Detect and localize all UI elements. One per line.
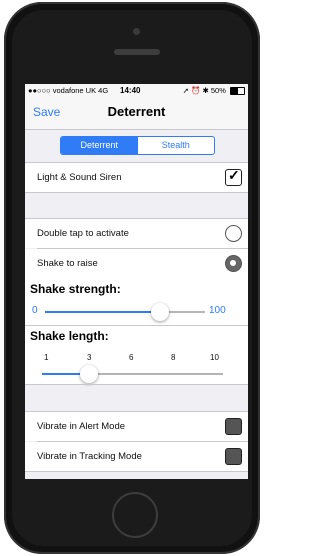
- vibrate-alert-row[interactable]: Vibrate in Alert Mode: [25, 412, 248, 441]
- battery-level: [231, 88, 238, 95]
- vibrate-alert-checkbox[interactable]: [225, 418, 242, 435]
- length-tick-6: 6: [129, 353, 134, 362]
- length-slider-thumb[interactable]: [80, 365, 98, 383]
- carrier-label: ●●○○○ vodafone UK 4G: [28, 86, 109, 95]
- siren-checkbox[interactable]: ✓: [225, 167, 242, 186]
- length-tick-3: 3: [87, 353, 92, 362]
- vibrate-alert-label: Vibrate in Alert Mode: [37, 421, 126, 432]
- status-icons: ➚ ⏰ ✱: [182, 86, 209, 95]
- double-tap-radio[interactable]: [225, 225, 242, 242]
- shake-to-raise-radio[interactable]: [225, 255, 242, 272]
- radio-dot: [230, 260, 236, 266]
- length-tick-8: 8: [171, 353, 176, 362]
- length-tick-10: 10: [210, 353, 219, 362]
- strength-max-label: 100: [209, 305, 226, 316]
- shake-to-raise-row[interactable]: Shake to raise: [25, 249, 248, 278]
- siren-label: Light & Sound Siren: [37, 172, 122, 183]
- status-bar: ●●○○○ vodafone UK 4G 14:40 ➚ ⏰ ✱ 50%: [25, 84, 248, 98]
- earpiece-speaker: [114, 49, 160, 55]
- checkmark-icon: ✓: [228, 167, 240, 183]
- divider: [25, 471, 248, 472]
- status-right: ➚ ⏰ ✱ 50%: [182, 86, 245, 96]
- app-screen: ●●○○○ vodafone UK 4G 14:40 ➚ ⏰ ✱ 50% Sav…: [25, 84, 248, 479]
- divider: [25, 325, 248, 326]
- segment-stealth[interactable]: Stealth: [138, 137, 215, 154]
- length-tick-1: 1: [44, 353, 49, 362]
- home-button[interactable]: [112, 492, 158, 538]
- navigation-bar: Save Deterrent: [25, 98, 248, 130]
- strength-min-label: 0: [32, 305, 38, 316]
- shake-strength-heading: Shake strength:: [30, 282, 121, 296]
- shake-to-raise-label: Shake to raise: [37, 258, 98, 269]
- siren-row[interactable]: Light & Sound Siren ✓: [25, 163, 248, 192]
- shake-length-heading: Shake length:: [30, 329, 109, 343]
- battery-percent: 50%: [210, 86, 226, 95]
- clock: 14:40: [120, 85, 141, 95]
- divider: [25, 384, 248, 385]
- mode-segmented-control: Deterrent Stealth: [60, 136, 215, 155]
- vibrate-tracking-checkbox[interactable]: [225, 448, 242, 465]
- divider: [25, 192, 248, 193]
- battery-icon: [230, 87, 245, 96]
- segment-deterrent[interactable]: Deterrent: [61, 137, 138, 154]
- vibrate-tracking-label: Vibrate in Tracking Mode: [37, 451, 142, 462]
- strength-slider-fill: [45, 311, 161, 313]
- double-tap-label: Double tap to activate: [37, 228, 129, 239]
- double-tap-row[interactable]: Double tap to activate: [25, 219, 248, 248]
- vibrate-tracking-row[interactable]: Vibrate in Tracking Mode: [25, 442, 248, 471]
- page-title: Deterrent: [107, 104, 166, 119]
- front-camera: [133, 28, 140, 35]
